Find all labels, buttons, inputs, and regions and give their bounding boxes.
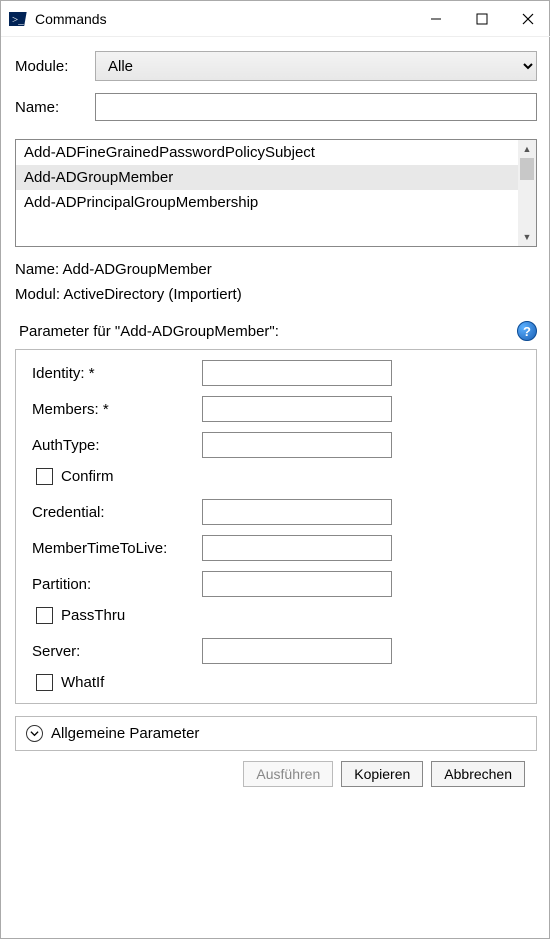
- minimize-button[interactable]: [413, 1, 459, 37]
- param-label-memberttl: MemberTimeToLive:: [32, 540, 202, 557]
- parameters-header: Parameter für "Add-ADGroupMember":: [19, 323, 517, 340]
- run-button[interactable]: Ausführen: [243, 761, 333, 787]
- common-parameters-expander[interactable]: Allgemeine Parameter: [15, 716, 537, 751]
- window-title: Commands: [35, 11, 107, 27]
- param-input-memberttl[interactable]: [202, 535, 392, 561]
- module-label: Module:: [15, 58, 95, 75]
- param-label-authtype: AuthType:: [32, 437, 202, 454]
- powershell-icon: >_: [9, 10, 27, 28]
- param-label-partition: Partition:: [32, 576, 202, 593]
- param-checkbox-confirm[interactable]: [36, 468, 53, 485]
- parameters-group: Identity: * Members: * AuthType: Confirm…: [15, 349, 537, 704]
- param-input-credential[interactable]: [202, 499, 392, 525]
- param-label-members: Members: *: [32, 401, 202, 418]
- param-input-partition[interactable]: [202, 571, 392, 597]
- param-checkbox-whatif[interactable]: [36, 674, 53, 691]
- param-input-authtype[interactable]: [202, 432, 392, 458]
- close-button[interactable]: [505, 1, 550, 37]
- maximize-button[interactable]: [459, 1, 505, 37]
- selected-module: Modul: ActiveDirectory (Importiert): [15, 286, 537, 303]
- param-input-identity[interactable]: [202, 360, 392, 386]
- param-input-members[interactable]: [202, 396, 392, 422]
- button-bar: Ausführen Kopieren Abbrechen: [15, 751, 537, 797]
- scrollbar[interactable]: ▲ ▼: [518, 140, 536, 246]
- list-item[interactable]: Add-ADPrincipalGroupMembership: [16, 190, 518, 215]
- param-label-confirm: Confirm: [61, 468, 114, 485]
- chevron-down-icon: [26, 725, 43, 742]
- list-item[interactable]: Add-ADFineGrainedPasswordPolicySubject: [16, 140, 518, 165]
- param-checkbox-passthru[interactable]: [36, 607, 53, 624]
- list-item[interactable]: Add-ADGroupMember: [16, 165, 518, 190]
- param-label-whatif: WhatIf: [61, 674, 104, 691]
- name-label: Name:: [15, 99, 95, 116]
- common-parameters-label: Allgemeine Parameter: [51, 725, 199, 742]
- param-label-server: Server:: [32, 643, 202, 660]
- module-select[interactable]: Alle: [95, 51, 537, 81]
- param-label-credential: Credential:: [32, 504, 202, 521]
- svg-text:>_: >_: [12, 14, 24, 26]
- param-input-server[interactable]: [202, 638, 392, 664]
- scroll-thumb[interactable]: [520, 158, 534, 180]
- scroll-down-icon[interactable]: ▼: [518, 228, 536, 246]
- cancel-button[interactable]: Abbrechen: [431, 761, 525, 787]
- help-icon[interactable]: ?: [517, 321, 537, 341]
- name-input[interactable]: [95, 93, 537, 121]
- command-listbox[interactable]: Add-ADFineGrainedPasswordPolicySubject A…: [15, 139, 537, 247]
- param-label-passthru: PassThru: [61, 607, 125, 624]
- titlebar: >_ Commands: [1, 1, 550, 37]
- selected-name: Name: Add-ADGroupMember: [15, 261, 537, 278]
- copy-button[interactable]: Kopieren: [341, 761, 423, 787]
- param-label-identity: Identity: *: [32, 365, 202, 382]
- scroll-up-icon[interactable]: ▲: [518, 140, 536, 158]
